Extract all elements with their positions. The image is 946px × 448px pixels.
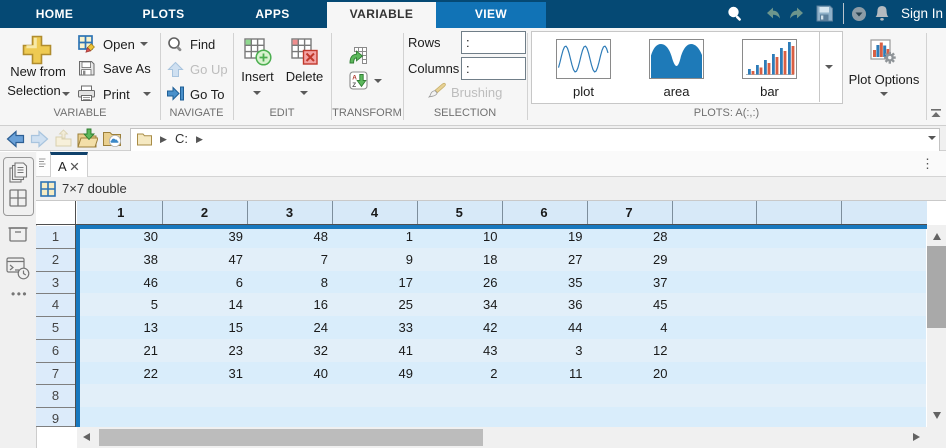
svg-text:Z: Z	[352, 82, 356, 89]
svg-text:A: A	[352, 75, 357, 82]
